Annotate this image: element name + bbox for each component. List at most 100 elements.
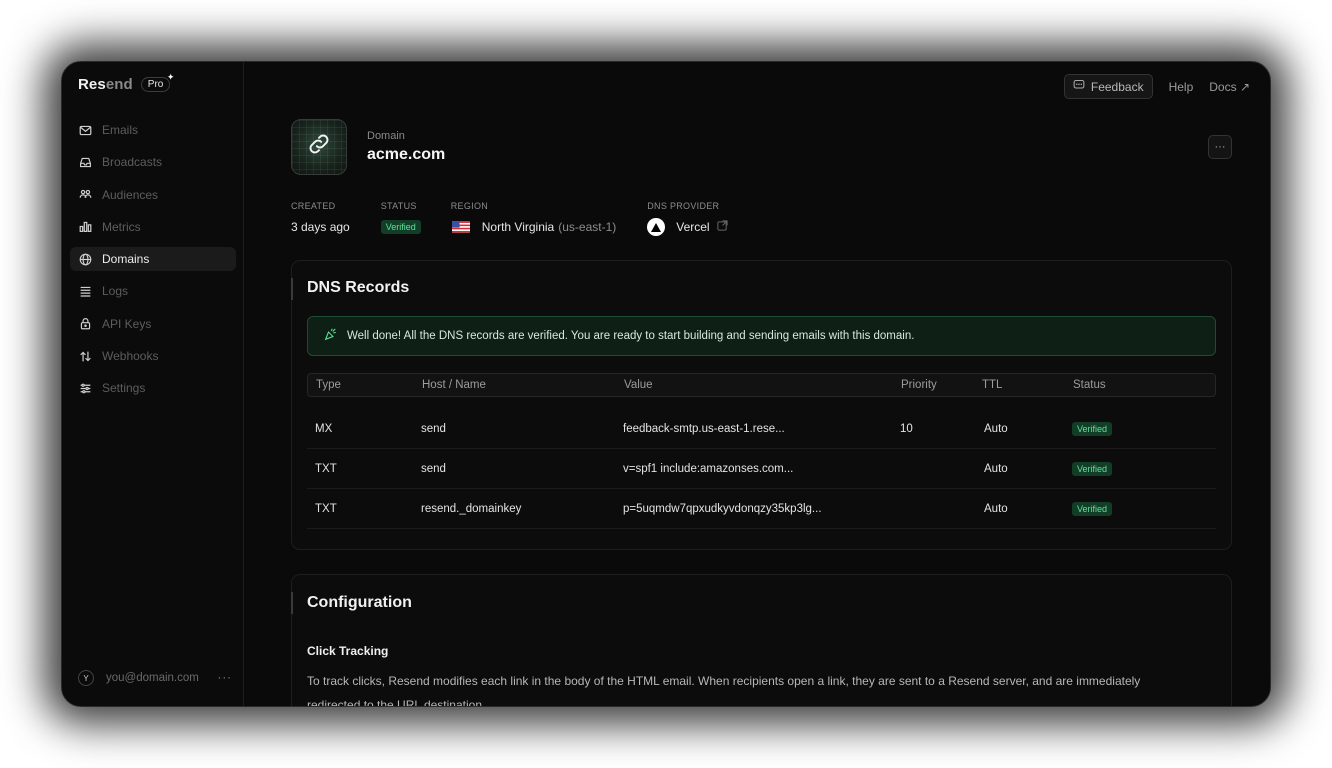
column-ttl: TTL	[982, 379, 1003, 391]
dns-provider-value[interactable]: Vercel	[676, 220, 709, 234]
click-tracking-title: Click Tracking	[307, 644, 389, 658]
card-accent	[291, 278, 293, 300]
party-icon	[324, 328, 337, 344]
dns-provider-label: DNS PROVIDER	[647, 201, 720, 211]
user-email: you@domain.com	[106, 672, 199, 684]
column-type: Type	[316, 379, 341, 391]
us-flag-icon	[451, 221, 470, 233]
sidebar-item-label: Emails	[102, 123, 139, 137]
sidebar-item-label: Webhooks	[102, 349, 159, 364]
record-ttl: Auto	[984, 422, 1008, 435]
more-options-button[interactable]: ···	[1208, 135, 1232, 159]
brand[interactable]: Resend Pro ✦	[78, 72, 174, 93]
status-badge: Verified	[380, 220, 421, 234]
record-status-badge: Verified	[1072, 421, 1113, 436]
created-label: CREATED	[291, 201, 336, 211]
user-menu[interactable]: Y you@domain.com ···	[78, 670, 232, 686]
status-label: STATUS	[380, 201, 417, 211]
feedback-button[interactable]: Feedback	[1063, 74, 1153, 99]
brand-logo-text: Resend	[78, 76, 133, 93]
docs-link[interactable]: Docs ↗	[1209, 80, 1250, 94]
sliders-icon	[78, 381, 92, 395]
domain-logo	[291, 118, 347, 175]
record-host[interactable]: send	[421, 463, 446, 475]
chat-icon	[1073, 79, 1085, 94]
mail-icon	[78, 123, 92, 137]
record-type: MX	[315, 422, 333, 435]
created-value: 3 days ago	[291, 220, 350, 234]
table-row[interactable]: TXT resend._domainkey p=5uqmdw7qpxudkyvd…	[307, 489, 1216, 529]
dns-records-card: DNS Records Well done! All the DNS recor…	[291, 260, 1232, 550]
sidebar-item-label: Metrics	[102, 219, 141, 234]
link-icon	[306, 131, 332, 162]
table-row[interactable]: MX send feedback-smtp.us-east-1.rese... …	[307, 409, 1216, 449]
main-content: Feedback Help Docs ↗ Domain acme.com ···	[244, 62, 1270, 706]
region-value: North Virginia	[481, 220, 555, 234]
column-value: Value	[624, 379, 653, 391]
record-type: TXT	[315, 462, 337, 475]
success-banner: Well done! All the DNS records are verif…	[307, 316, 1216, 356]
arrows-icon	[78, 349, 92, 363]
sidebar-item-webhooks[interactable]: Webhooks	[70, 344, 236, 368]
sidebar-item-api-keys[interactable]: API Keys	[70, 312, 236, 336]
user-more-button[interactable]: ···	[218, 672, 233, 684]
sparkle-icon: ✦	[166, 72, 175, 82]
sidebar-item-label: API Keys	[102, 316, 152, 331]
domain-meta: CREATED 3 days ago STATUS Verified REGIO…	[291, 201, 1232, 236]
sidebar-item-broadcasts[interactable]: Broadcasts	[70, 150, 236, 174]
sidebar-item-label: Settings	[102, 381, 146, 396]
avatar: Y	[78, 670, 94, 686]
app-window: Resend Pro ✦ Emails Broadcasts Audiences…	[61, 61, 1271, 707]
list-icon	[78, 284, 92, 298]
sidebar-item-metrics[interactable]: Metrics	[70, 215, 236, 239]
column-host: Host / Name	[422, 379, 486, 391]
bar-chart-icon	[78, 220, 92, 234]
table-row[interactable]: TXT send v=spf1 include:amazonses.com...…	[307, 449, 1216, 489]
sidebar-nav: Emails Broadcasts Audiences Metrics Doma…	[70, 118, 236, 409]
column-priority: Priority	[901, 379, 937, 391]
column-status: Status	[1073, 379, 1106, 391]
sidebar-item-logs[interactable]: Logs	[70, 279, 236, 303]
globe-icon	[78, 252, 92, 266]
external-link-icon[interactable]	[717, 220, 728, 234]
record-value[interactable]: feedback-smtp.us-east-1.rese...	[623, 423, 785, 435]
users-icon	[78, 188, 92, 202]
feedback-label: Feedback	[1090, 79, 1144, 94]
lock-icon	[78, 317, 92, 331]
record-host[interactable]: resend._domainkey	[421, 503, 521, 515]
record-value[interactable]: v=spf1 include:amazonses.com...	[623, 463, 793, 475]
sidebar: Resend Pro ✦ Emails Broadcasts Audiences…	[62, 62, 244, 706]
sidebar-item-emails[interactable]: Emails	[70, 118, 236, 142]
click-tracking-description: To track clicks, Resend modifies each li…	[307, 674, 1141, 706]
record-type: TXT	[315, 502, 337, 515]
record-priority: 10	[900, 422, 913, 435]
inbox-icon	[78, 155, 92, 169]
sidebar-item-label: Domains	[102, 252, 150, 267]
record-status-badge: Verified	[1072, 461, 1113, 476]
record-ttl: Auto	[984, 502, 1008, 515]
success-message: Well done! All the DNS records are verif…	[347, 330, 915, 342]
sidebar-item-audiences[interactable]: Audiences	[70, 183, 236, 207]
region-code: (us-east-1)	[558, 220, 617, 234]
help-link[interactable]: Help	[1169, 80, 1194, 94]
sidebar-item-label: Logs	[102, 284, 129, 299]
record-status-badge: Verified	[1072, 501, 1113, 516]
dns-records-title: DNS Records	[307, 279, 410, 296]
plan-badge: Pro ✦	[140, 72, 174, 92]
sidebar-item-label: Broadcasts	[102, 155, 163, 170]
region-label: REGION	[450, 201, 489, 211]
record-value[interactable]: p=5uqmdw7qpxudkyvdonqzy35kp3lg...	[623, 503, 822, 515]
page-title: acme.com	[367, 145, 446, 163]
domain-header: Domain acme.com ··· CREATED 3 days ago S…	[291, 118, 1232, 236]
configuration-card: Configuration Click Tracking To track cl…	[291, 574, 1232, 706]
record-host[interactable]: send	[421, 423, 446, 435]
table-header: Type Host / Name Value Priority TTL Stat…	[307, 373, 1216, 397]
vercel-icon	[647, 218, 666, 236]
record-ttl: Auto	[984, 462, 1008, 475]
sidebar-item-domains[interactable]: Domains	[70, 247, 236, 272]
configuration-title: Configuration	[307, 594, 412, 611]
sidebar-item-settings[interactable]: Settings	[70, 376, 236, 400]
sidebar-item-label: Audiences	[102, 187, 159, 202]
domain-label: Domain	[367, 129, 405, 142]
card-accent	[291, 592, 293, 614]
